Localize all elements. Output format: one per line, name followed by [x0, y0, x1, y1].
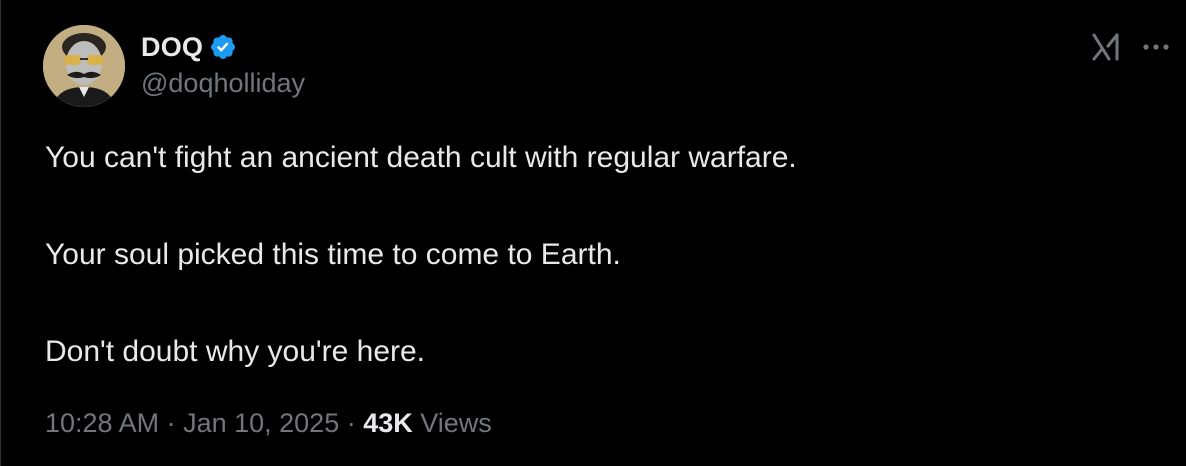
grok-icon[interactable]: [1089, 30, 1123, 64]
more-options-icon[interactable]: [1139, 30, 1173, 64]
views-count[interactable]: 43K: [363, 408, 413, 438]
tweet-text-line: Don't doubt why you're here.: [45, 335, 426, 368]
tweet-text: You can't fight an ancient death cult wi…: [45, 140, 1145, 370]
views-label: Views: [412, 408, 492, 438]
author-display-name[interactable]: DOQ: [141, 32, 203, 63]
author-handle[interactable]: @doqholliday: [141, 68, 305, 99]
avatar[interactable]: [43, 25, 125, 107]
verified-badge-icon: [209, 33, 237, 61]
tweet-card: DOQ @doqholliday You can't fight an anci…: [0, 0, 1186, 466]
meta-separator: ·: [159, 408, 184, 438]
meta-separator: ·: [339, 408, 364, 438]
author-name-row: DOQ: [141, 30, 237, 64]
tweet-time[interactable]: 10:28 AM: [45, 408, 159, 438]
tweet-date[interactable]: Jan 10, 2025: [183, 408, 339, 438]
tweet-meta: 10:28 AM · Jan 10, 2025 · 43K Views: [45, 408, 492, 439]
tweet-text-line: You can't fight an ancient death cult wi…: [45, 141, 797, 174]
tweet-text-line: Your soul picked this time to come to Ea…: [45, 238, 621, 271]
avatar-image: [43, 25, 125, 107]
